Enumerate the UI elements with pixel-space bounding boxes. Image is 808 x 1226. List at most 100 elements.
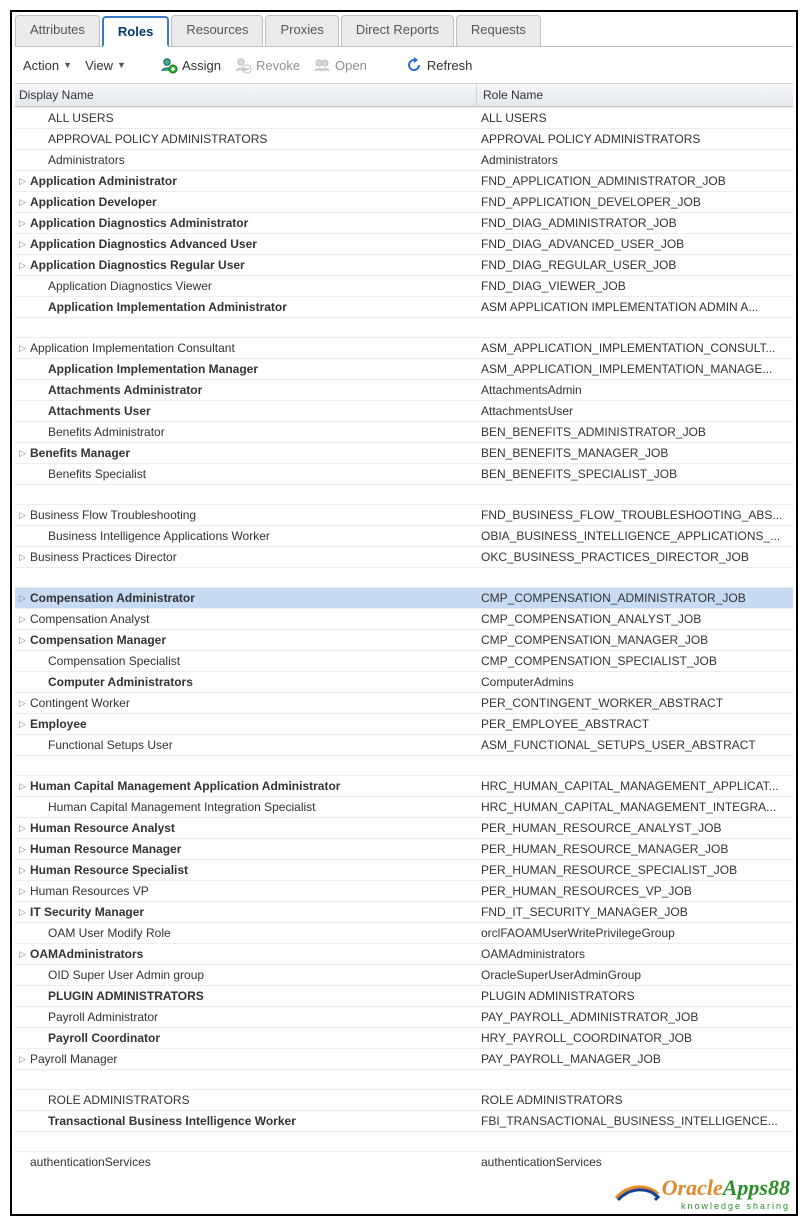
expand-icon[interactable]: ▷ xyxy=(17,239,28,250)
row-role-name: FND_DIAG_ADVANCED_USER_JOB xyxy=(477,235,793,253)
expand-icon[interactable]: ▷ xyxy=(17,635,28,646)
table-row[interactable]: ▷Human Resource SpecialistPER_HUMAN_RESO… xyxy=(15,859,793,880)
table-row[interactable]: ▷Compensation AdministratorCMP_COMPENSAT… xyxy=(15,587,793,608)
row-display-name: Human Resource Specialist xyxy=(30,863,188,877)
table-row[interactable]: ▷OAMAdministratorsOAMAdministrators xyxy=(15,943,793,964)
tab-proxies[interactable]: Proxies xyxy=(265,15,338,46)
table-row[interactable]: Payroll CoordinatorHRY_PAYROLL_COORDINAT… xyxy=(15,1027,793,1048)
tab-attributes[interactable]: Attributes xyxy=(15,15,100,46)
table-row[interactable]: AdministratorsAdministrators xyxy=(15,149,793,170)
row-role-name: OBIA_BUSINESS_INTELLIGENCE_APPLICATIONS_… xyxy=(477,527,793,545)
expand-icon[interactable]: ▷ xyxy=(17,197,28,208)
expand-icon[interactable]: ▷ xyxy=(17,823,28,834)
row-role-name: AttachmentsAdmin xyxy=(477,381,793,399)
table-row[interactable]: ▷Compensation AnalystCMP_COMPENSATION_AN… xyxy=(15,608,793,629)
view-menu[interactable]: View ▼ xyxy=(85,58,126,73)
table-row[interactable]: PLUGIN ADMINISTRATORSPLUGIN ADMINISTRATO… xyxy=(15,985,793,1006)
table-row[interactable]: Computer AdministratorsComputerAdmins xyxy=(15,671,793,692)
table-row[interactable]: Application Implementation ManagerASM_AP… xyxy=(15,358,793,379)
table-row[interactable]: ▷Compensation ManagerCMP_COMPENSATION_MA… xyxy=(15,629,793,650)
table-row[interactable]: ▷EmployeePER_EMPLOYEE_ABSTRACT xyxy=(15,713,793,734)
table-row[interactable]: ▷Application DeveloperFND_APPLICATION_DE… xyxy=(15,191,793,212)
expand-icon[interactable]: ▷ xyxy=(17,614,28,625)
table-row[interactable]: ▷Payroll ManagerPAY_PAYROLL_MANAGER_JOB xyxy=(15,1048,793,1069)
table-row[interactable]: ▷Business Flow TroubleshootingFND_BUSINE… xyxy=(15,504,793,525)
table-row[interactable]: ROLE ADMINISTRATORSROLE ADMINISTRATORS xyxy=(15,1089,793,1110)
expand-icon[interactable]: ▷ xyxy=(17,886,28,897)
expand-icon[interactable]: ▷ xyxy=(17,907,28,918)
tab-resources[interactable]: Resources xyxy=(171,15,263,46)
table-row[interactable]: ▷Human Resource ManagerPER_HUMAN_RESOURC… xyxy=(15,838,793,859)
table-row[interactable]: Benefits AdministratorBEN_BENEFITS_ADMIN… xyxy=(15,421,793,442)
tab-requests[interactable]: Requests xyxy=(456,15,541,46)
table-row[interactable]: ▷Application Diagnostics Regular UserFND… xyxy=(15,254,793,275)
expand-icon[interactable]: ▷ xyxy=(17,719,28,730)
expand-icon[interactable]: ▷ xyxy=(17,448,28,459)
table-row[interactable]: Attachments AdministratorAttachmentsAdmi… xyxy=(15,379,793,400)
table-row[interactable]: Application Implementation Administrator… xyxy=(15,296,793,317)
action-menu[interactable]: Action ▼ xyxy=(23,58,72,73)
row-role-name: CMP_COMPENSATION_ANALYST_JOB xyxy=(477,610,793,628)
table-row[interactable]: OAM User Modify RoleorclFAOAMUserWritePr… xyxy=(15,922,793,943)
table-row[interactable]: Business Intelligence Applications Worke… xyxy=(15,525,793,546)
row-display-name: Application Administrator xyxy=(30,174,177,188)
header-role-name[interactable]: Role Name xyxy=(477,84,793,106)
tab-roles[interactable]: Roles xyxy=(102,16,169,47)
expand-icon[interactable]: ▷ xyxy=(17,698,28,709)
expand-icon[interactable]: ▷ xyxy=(17,260,28,271)
expand-icon[interactable]: ▷ xyxy=(17,552,28,563)
expand-icon[interactable]: ▷ xyxy=(17,865,28,876)
table-row[interactable]: APPROVAL POLICY ADMINISTRATORSAPPROVAL P… xyxy=(15,128,793,149)
expand-icon[interactable]: ▷ xyxy=(17,510,28,521)
table-row[interactable]: ▷Benefits ManagerBEN_BENEFITS_MANAGER_JO… xyxy=(15,442,793,463)
expand-icon[interactable]: ▷ xyxy=(17,781,28,792)
row-display-name: Functional Setups User xyxy=(30,738,173,752)
expand-icon[interactable]: ▷ xyxy=(17,949,28,960)
expand-icon[interactable]: ▷ xyxy=(17,844,28,855)
expand-icon[interactable]: ▷ xyxy=(17,218,28,229)
table-row[interactable]: Application Diagnostics ViewerFND_DIAG_V… xyxy=(15,275,793,296)
dropdown-icon: ▼ xyxy=(117,60,126,70)
row-display-name: Payroll Manager xyxy=(30,1052,117,1066)
expand-icon xyxy=(17,1033,28,1044)
refresh-button[interactable]: Refresh xyxy=(405,56,473,74)
expand-icon[interactable]: ▷ xyxy=(17,343,28,354)
revoke-icon xyxy=(234,56,252,74)
assign-label: Assign xyxy=(182,58,221,73)
row-role-name: FND_DIAG_ADMINISTRATOR_JOB xyxy=(477,214,793,232)
table-row[interactable]: ALL USERSALL USERS xyxy=(15,107,793,128)
expand-icon[interactable]: ▷ xyxy=(17,593,28,604)
row-display-name: Payroll Coordinator xyxy=(30,1031,160,1045)
table-row[interactable]: Functional Setups UserASM_FUNCTIONAL_SET… xyxy=(15,734,793,755)
table-row[interactable]: ▷Application Implementation ConsultantAS… xyxy=(15,337,793,358)
table-row[interactable]: ▷Human Resource AnalystPER_HUMAN_RESOURC… xyxy=(15,817,793,838)
tab-direct-reports[interactable]: Direct Reports xyxy=(341,15,454,46)
table-row[interactable]: authenticationServicesauthenticationServ… xyxy=(15,1151,793,1172)
expand-icon xyxy=(17,155,28,166)
table-row[interactable]: Attachments UserAttachmentsUser xyxy=(15,400,793,421)
table-row[interactable]: ▷Application AdministratorFND_APPLICATIO… xyxy=(15,170,793,191)
table-row[interactable]: OID Super User Admin groupOracleSuperUse… xyxy=(15,964,793,985)
header-display-name[interactable]: Display Name xyxy=(15,84,477,106)
table-row[interactable]: Transactional Business Intelligence Work… xyxy=(15,1110,793,1131)
table-row[interactable]: Benefits SpecialistBEN_BENEFITS_SPECIALI… xyxy=(15,463,793,484)
table-row[interactable]: Human Capital Management Integration Spe… xyxy=(15,796,793,817)
row-display-name: ROLE ADMINISTRATORS xyxy=(30,1093,190,1107)
table-row[interactable]: Compensation SpecialistCMP_COMPENSATION_… xyxy=(15,650,793,671)
logo-tagline: knowledge sharing xyxy=(15,1201,790,1211)
table-row[interactable]: ▷Application Diagnostics Advanced UserFN… xyxy=(15,233,793,254)
assign-button[interactable]: Assign xyxy=(160,56,221,74)
row-role-name: CMP_COMPENSATION_MANAGER_JOB xyxy=(477,631,793,649)
row-display-name: Computer Administrators xyxy=(30,675,193,689)
table-row[interactable]: ▷Business Practices DirectorOKC_BUSINESS… xyxy=(15,546,793,567)
expand-icon[interactable]: ▷ xyxy=(17,1054,28,1065)
table-row[interactable]: ▷IT Security ManagerFND_IT_SECURITY_MANA… xyxy=(15,901,793,922)
table-row[interactable]: ▷Application Diagnostics AdministratorFN… xyxy=(15,212,793,233)
table-row[interactable]: ▷Human Resources VPPER_HUMAN_RESOURCES_V… xyxy=(15,880,793,901)
table-row[interactable]: ▷Human Capital Management Application Ad… xyxy=(15,775,793,796)
row-display-name: authenticationServices xyxy=(30,1155,151,1169)
expand-icon[interactable]: ▷ xyxy=(17,176,28,187)
row-display-name: Application Implementation Manager xyxy=(30,362,258,376)
table-row[interactable]: ▷Contingent WorkerPER_CONTINGENT_WORKER_… xyxy=(15,692,793,713)
table-row[interactable]: Payroll AdministratorPAY_PAYROLL_ADMINIS… xyxy=(15,1006,793,1027)
